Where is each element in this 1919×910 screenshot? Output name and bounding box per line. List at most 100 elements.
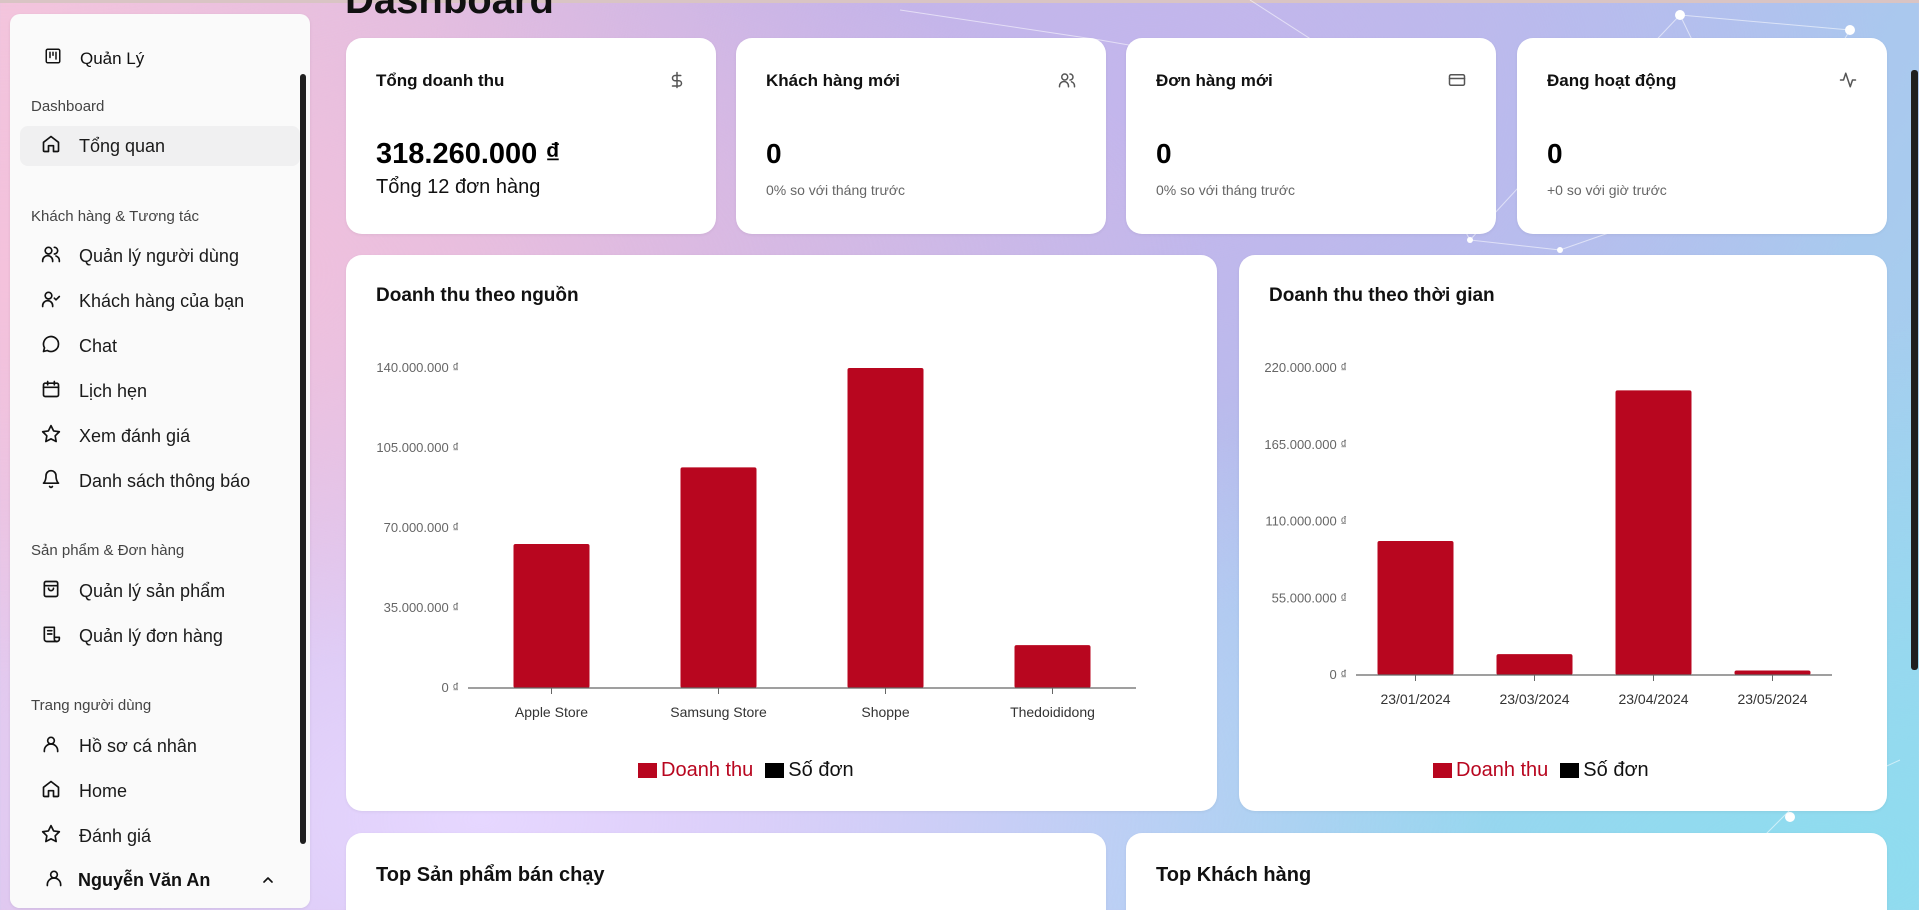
top-customers-card: Top Khách hàng <box>1126 833 1887 910</box>
stat-value: 0 <box>1156 138 1172 169</box>
scroll-icon <box>41 624 61 649</box>
chevron-up-icon[interactable] <box>260 872 276 893</box>
legend-item-revenue[interactable]: Doanh thu <box>638 759 753 782</box>
revenue-by-time-chart: 0 ₫ 55.000.000 ₫ 110.000.000 ₫ 165.000.000 … <box>1264 360 1832 707</box>
y-tick-label: 70.000.000 ₫ <box>384 520 459 535</box>
sidebar-item-label: Quản lý sản phẩm <box>79 580 226 601</box>
sidebar-item-your-customers[interactable]: Khách hàng của bạn <box>20 281 300 321</box>
stat-title: Đơn hàng mới <box>1156 71 1273 90</box>
user-check-icon <box>41 289 61 314</box>
x-tick-label: Apple Store <box>515 704 588 720</box>
x-tick-label: Shoppe <box>861 704 909 720</box>
legend-swatch <box>1433 763 1452 778</box>
chart-legend: Doanh thu Số đơn <box>1433 759 1649 782</box>
sidebar-item-label: Danh sách thông báo <box>79 470 251 491</box>
top-products-card: Top Sản phẩm bán chạy <box>346 833 1106 910</box>
sidebar-item-user-management[interactable]: Quản lý người dùng <box>20 236 300 276</box>
legend-swatch <box>638 763 657 778</box>
sidebar-item-chat[interactable]: Chat <box>20 326 300 366</box>
kanban-icon <box>44 47 62 70</box>
y-tick-label: 105.000.000 ₫ <box>376 440 459 455</box>
chart-card-revenue-by-source: Doanh thu theo nguồn 0 ₫ 35.000.000 ₫ 70.0… <box>346 255 1217 811</box>
sidebar-item-label: Lịch hẹn <box>79 380 148 401</box>
stat-card-active: Đang hoạt động 0 +0 so với giờ trước <box>1517 38 1887 234</box>
x-tick-label: 23/01/2024 <box>1380 691 1450 707</box>
stat-subtext: +0 so với giờ trước <box>1547 182 1667 198</box>
chat-icon <box>41 334 61 359</box>
legend-label: Số đơn <box>1583 759 1649 781</box>
sidebar-item-label: Quản lý người dùng <box>79 245 239 266</box>
x-tick-label: 23/03/2024 <box>1499 691 1569 707</box>
stat-card-new-orders: Đơn hàng mới 0 0% so với tháng trước <box>1126 38 1496 234</box>
bar <box>1014 645 1091 688</box>
sidebar-scrollbar[interactable] <box>300 74 306 844</box>
y-tick-label: 0 ₫ <box>441 680 459 695</box>
sidebar-item-order-management[interactable]: Quản lý đơn hàng <box>20 616 300 656</box>
sidebar-item-label: Home <box>79 780 128 801</box>
y-tick-label: 110.000.000 ₫ <box>1265 514 1347 529</box>
section-products: Sản phẩm & Đơn hàng <box>31 542 185 559</box>
stat-value: 0 <box>1547 138 1563 169</box>
sidebar-item-product-management[interactable]: Quản lý sản phẩm <box>20 571 300 611</box>
sidebar-item-label: Xem đánh giá <box>79 425 191 446</box>
home-icon <box>41 134 61 159</box>
bar <box>1615 390 1692 675</box>
stat-card-new-customers: Khách hàng mới 0 0% so với tháng trước <box>736 38 1106 234</box>
bar <box>1496 654 1573 675</box>
credit-card-icon <box>1448 71 1466 94</box>
section-dashboard: Dashboard <box>31 98 105 115</box>
sidebar-item-home[interactable]: Home <box>20 771 300 811</box>
sidebar-item-reviews[interactable]: Xem đánh giá <box>20 416 300 456</box>
user-icon <box>44 868 64 893</box>
stat-value: 318.260.000 ₫ <box>376 138 561 170</box>
users-icon <box>1058 71 1076 94</box>
dollar-icon <box>668 71 686 94</box>
chart-legend: Doanh thu Số đơn <box>638 759 854 782</box>
star-icon <box>41 424 61 449</box>
sidebar-item-label: Hồ sơ cá nhân <box>79 735 197 756</box>
brand-label: Quản Lý <box>80 48 145 68</box>
bar <box>513 544 590 688</box>
legend-label: Doanh thu <box>661 759 754 781</box>
calendar-icon <box>41 379 61 404</box>
page-scrollbar[interactable] <box>1911 70 1918 670</box>
stat-title: Khách hàng mới <box>766 71 900 90</box>
revenue-by-source-chart: 0 ₫ 35.000.000 ₫ 70.000.000 ₫ 105.000.000 ₫… <box>376 360 1136 720</box>
users-icon <box>41 244 61 269</box>
home-icon <box>41 779 61 804</box>
x-tick-label: Thedoididong <box>1010 704 1095 720</box>
section-user-pages: Trang người dùng <box>31 697 152 714</box>
y-tick-label: 35.000.000 ₫ <box>384 600 459 615</box>
sidebar-item-appointments[interactable]: Lịch hẹn <box>20 371 300 411</box>
user-name: Nguyễn Văn An <box>78 869 211 890</box>
sidebar-item-label: Quản lý đơn hàng <box>79 625 223 646</box>
shopping-bag-icon <box>41 579 61 604</box>
stat-subtext: Tổng 12 đơn hàng <box>376 176 541 198</box>
legend-label: Số đơn <box>788 759 854 781</box>
stat-value: 0 <box>766 138 782 169</box>
stat-subtext: 0% so với tháng trước <box>1156 182 1296 198</box>
legend-item-orders[interactable]: Số đơn <box>1560 759 1649 782</box>
sidebar-item-label: Chat <box>79 335 118 356</box>
y-tick-label: 55.000.000 ₫ <box>1272 590 1347 605</box>
legend-item-orders[interactable]: Số đơn <box>765 759 854 782</box>
bell-icon <box>41 469 61 494</box>
bar <box>1377 541 1454 675</box>
user-icon <box>41 734 61 759</box>
chart-card-revenue-by-time: Doanh thu theo thời gian 0 ₫ 55.000.000 ₫… <box>1239 255 1887 811</box>
y-tick-label: 0 ₫ <box>1329 667 1347 682</box>
sidebar-brand[interactable]: Quản Lý <box>44 47 144 70</box>
sidebar-item-notifications[interactable]: Danh sách thông báo <box>20 461 300 501</box>
stat-card-total-revenue: Tổng doanh thu 318.260.000 ₫ Tổng 12 đơn… <box>346 38 716 234</box>
browser-top-border <box>0 0 1919 3</box>
star-icon <box>41 824 61 849</box>
legend-item-revenue[interactable]: Doanh thu <box>1433 759 1548 782</box>
y-tick-label: 140.000.000 ₫ <box>376 360 459 375</box>
user-menu[interactable]: Nguyễn Văn An <box>10 852 310 908</box>
sidebar-item-overview[interactable]: Tổng quan <box>20 126 300 166</box>
sidebar-item-rating[interactable]: Đánh giá <box>20 816 300 856</box>
stat-title: Đang hoạt động <box>1547 71 1677 90</box>
page-title: Dashboard <box>345 0 554 22</box>
legend-swatch <box>765 763 785 778</box>
sidebar-item-profile[interactable]: Hồ sơ cá nhân <box>20 726 300 766</box>
